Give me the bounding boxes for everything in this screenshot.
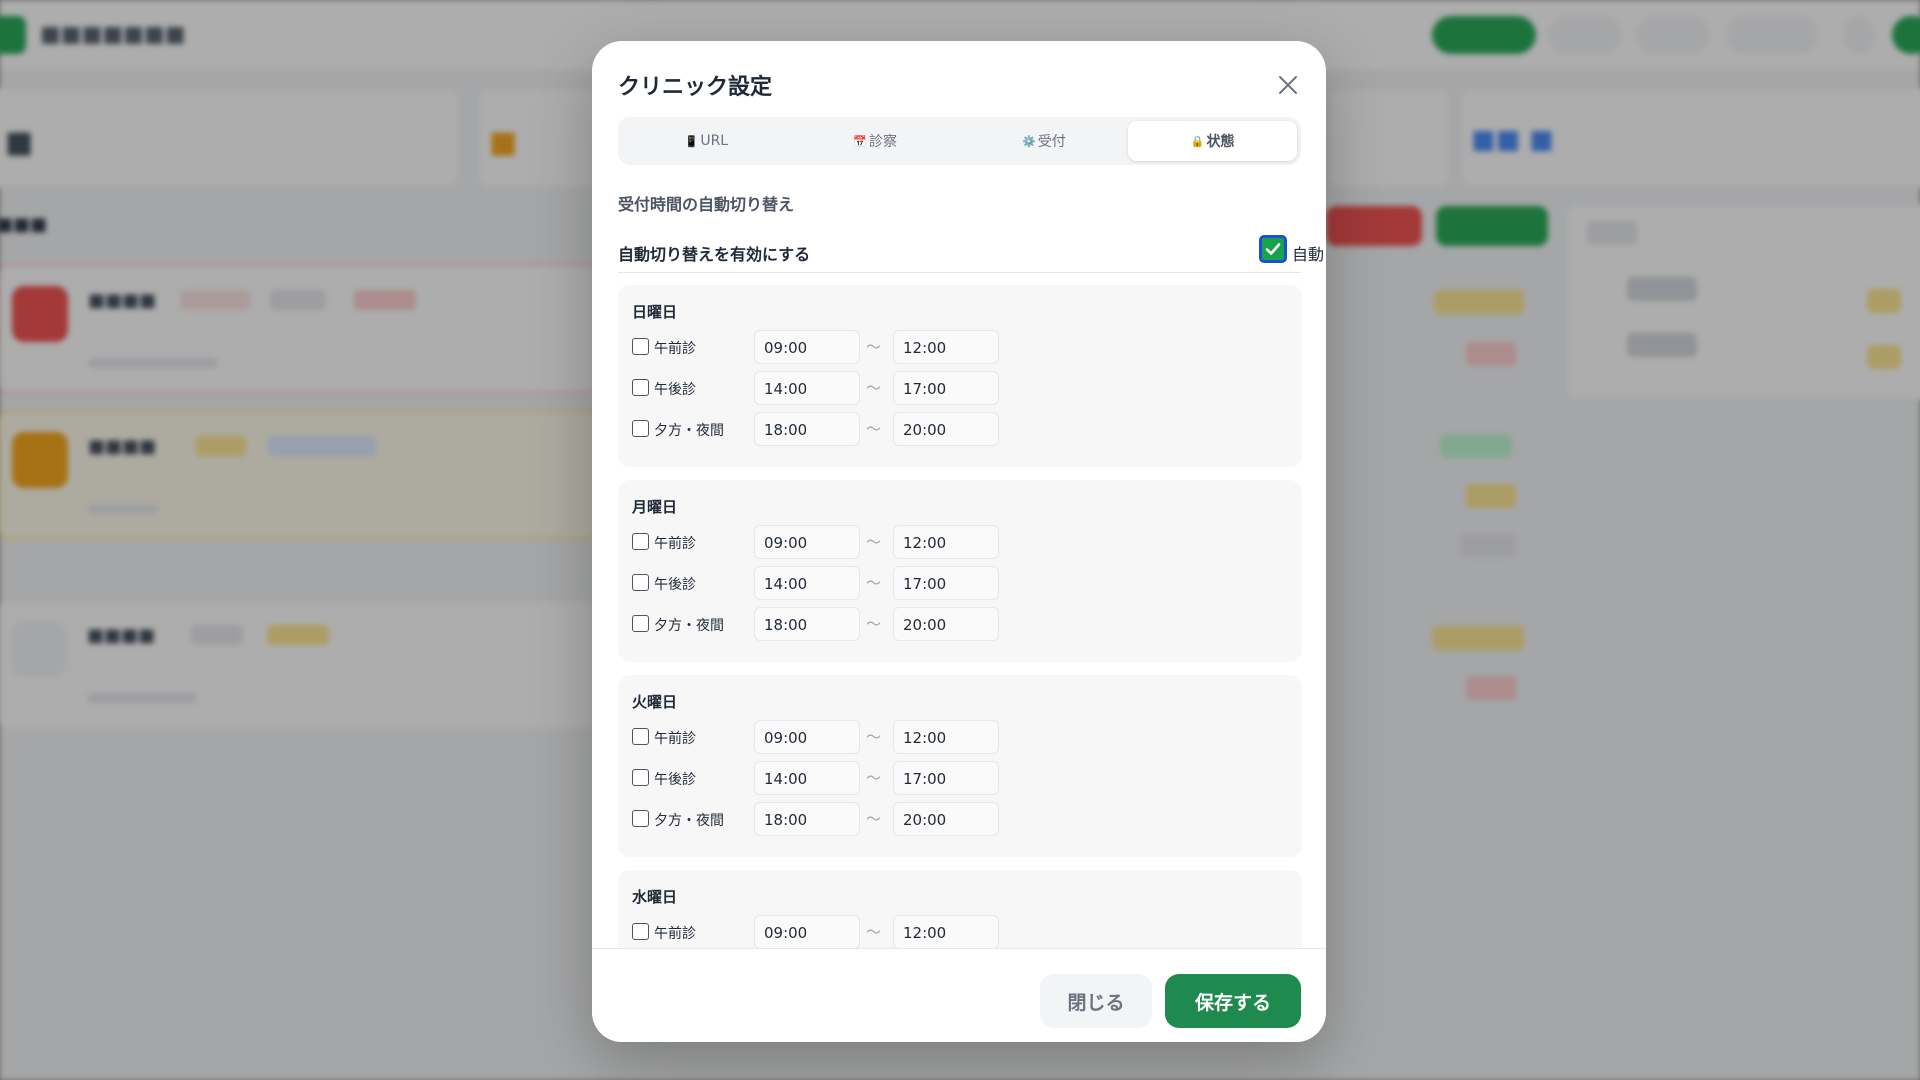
range-separator: 〜 [866,728,882,746]
tab-status[interactable]: 🔒 状態 [1128,121,1297,161]
auto-checkbox-label: 自動 [1292,245,1325,264]
slot-label: 午後診 [654,577,696,593]
save-button[interactable]: 保存する [1165,974,1301,1028]
end-time-input[interactable]: 12:00 [893,525,999,559]
modal-footer: 閉じる 保存する [592,948,1326,1042]
slot-row: 午後診 14:00 〜 17:00 [632,761,1292,795]
slot-label: 午後診 [654,772,696,788]
tab-label: URL [700,133,729,149]
start-time-input[interactable]: 09:00 [754,720,860,754]
slot-label: 午前診 [654,926,696,942]
clinic-settings-modal: クリニック設定 📱 URL 📅 診察 ⚙️ 受付 🔒 状態 受付時間の自動切り替… [592,41,1326,1042]
day-title: 月曜日 [632,498,678,516]
tab-reception[interactable]: ⚙️ 受付 [960,121,1129,161]
slot-row: 午後診 14:00 〜 17:00 [632,566,1292,600]
slot-checkbox[interactable] [632,338,649,355]
range-separator: 〜 [866,810,882,828]
auto-switch-checkbox[interactable] [1259,235,1287,263]
start-time-input[interactable]: 14:00 [754,761,860,795]
end-time-input[interactable]: 17:00 [893,761,999,795]
day-card-sunday: 日曜日 午前診 09:00 〜 12:00 午後診 14:00 〜 17:00 … [618,285,1302,467]
slot-checkbox[interactable] [632,923,649,940]
slot-label: 夕方・夜間 [654,423,724,439]
close-icon[interactable] [1272,69,1304,101]
tab-label: 状態 [1206,134,1235,150]
section-heading: 受付時間の自動切り替え [618,195,795,214]
slot-row: 午前診 09:00 〜 12:00 [632,915,1292,948]
slot-label: 午前診 [654,536,696,552]
tab-label: 受付 [1037,134,1066,150]
range-separator: 〜 [866,338,882,356]
slot-label: 午後診 [654,382,696,398]
range-separator: 〜 [866,923,882,941]
slot-checkbox[interactable] [632,574,649,591]
slot-row: 夕方・夜間 18:00 〜 20:00 [632,802,1292,836]
tab-examination[interactable]: 📅 診察 [791,121,960,161]
slot-row: 午前診 09:00 〜 12:00 [632,330,1292,364]
range-separator: 〜 [866,533,882,551]
end-time-input[interactable]: 17:00 [893,371,999,405]
end-time-input[interactable]: 12:00 [893,720,999,754]
end-time-input[interactable]: 12:00 [893,915,999,948]
slot-row: 夕方・夜間 18:00 〜 20:00 [632,607,1292,641]
settings-scroll-area[interactable]: 受付時間の自動切り替え 自動切り替えを有効にする 自動 日曜日 午前診 09:0… [592,177,1326,948]
slot-checkbox[interactable] [632,420,649,437]
range-separator: 〜 [866,379,882,397]
modal-title: クリニック設定 [618,75,773,100]
day-title: 火曜日 [632,693,678,711]
slot-row: 午前診 09:00 〜 12:00 [632,525,1292,559]
slot-row: 午前診 09:00 〜 12:00 [632,720,1292,754]
start-time-input[interactable]: 09:00 [754,330,860,364]
range-separator: 〜 [866,420,882,438]
lock-icon: 🔒 [1190,134,1205,148]
slot-checkbox[interactable] [632,728,649,745]
day-card-wednesday: 水曜日 午前診 09:00 〜 12:00 [618,870,1302,948]
slot-checkbox[interactable] [632,533,649,550]
slot-checkbox[interactable] [632,615,649,632]
start-time-input[interactable]: 14:00 [754,566,860,600]
start-time-input[interactable]: 18:00 [754,802,860,836]
slot-row: 午後診 14:00 〜 17:00 [632,371,1292,405]
slot-label: 夕方・夜間 [654,813,724,829]
settings-tabs: 📱 URL 📅 診察 ⚙️ 受付 🔒 状態 [618,117,1301,165]
end-time-input[interactable]: 17:00 [893,566,999,600]
day-card-monday: 月曜日 午前診 09:00 〜 12:00 午後診 14:00 〜 17:00 … [618,480,1302,662]
phone-icon: 📱 [684,134,699,148]
start-time-input[interactable]: 09:00 [754,525,860,559]
start-time-input[interactable]: 18:00 [754,412,860,446]
day-title: 水曜日 [632,888,678,906]
tab-label: 診察 [868,134,897,150]
start-time-input[interactable]: 18:00 [754,607,860,641]
slot-label: 夕方・夜間 [654,618,724,634]
auto-switch-label: 自動切り替えを有効にする [618,245,811,264]
start-time-input[interactable]: 14:00 [754,371,860,405]
day-card-tuesday: 火曜日 午前診 09:00 〜 12:00 午後診 14:00 〜 17:00 … [618,675,1302,857]
end-time-input[interactable]: 20:00 [893,412,999,446]
end-time-input[interactable]: 20:00 [893,802,999,836]
day-title: 日曜日 [632,303,678,321]
slot-checkbox[interactable] [632,810,649,827]
range-separator: 〜 [866,769,882,787]
close-button[interactable]: 閉じる [1040,974,1152,1028]
range-separator: 〜 [866,615,882,633]
slot-checkbox[interactable] [632,379,649,396]
auto-switch-row: 自動切り替えを有効にする 自動 [618,229,1324,273]
checkmark-icon [1265,243,1281,255]
slot-checkbox[interactable] [632,769,649,786]
end-time-input[interactable]: 20:00 [893,607,999,641]
range-separator: 〜 [866,574,882,592]
end-time-input[interactable]: 12:00 [893,330,999,364]
calendar-icon: 📅 [853,134,867,148]
slot-label: 午前診 [654,341,696,357]
slot-label: 午前診 [654,731,696,747]
gear-icon: ⚙️ [1022,134,1036,148]
tab-url[interactable]: 📱 URL [622,121,791,161]
start-time-input[interactable]: 09:00 [754,915,860,948]
slot-row: 夕方・夜間 18:00 〜 20:00 [632,412,1292,446]
